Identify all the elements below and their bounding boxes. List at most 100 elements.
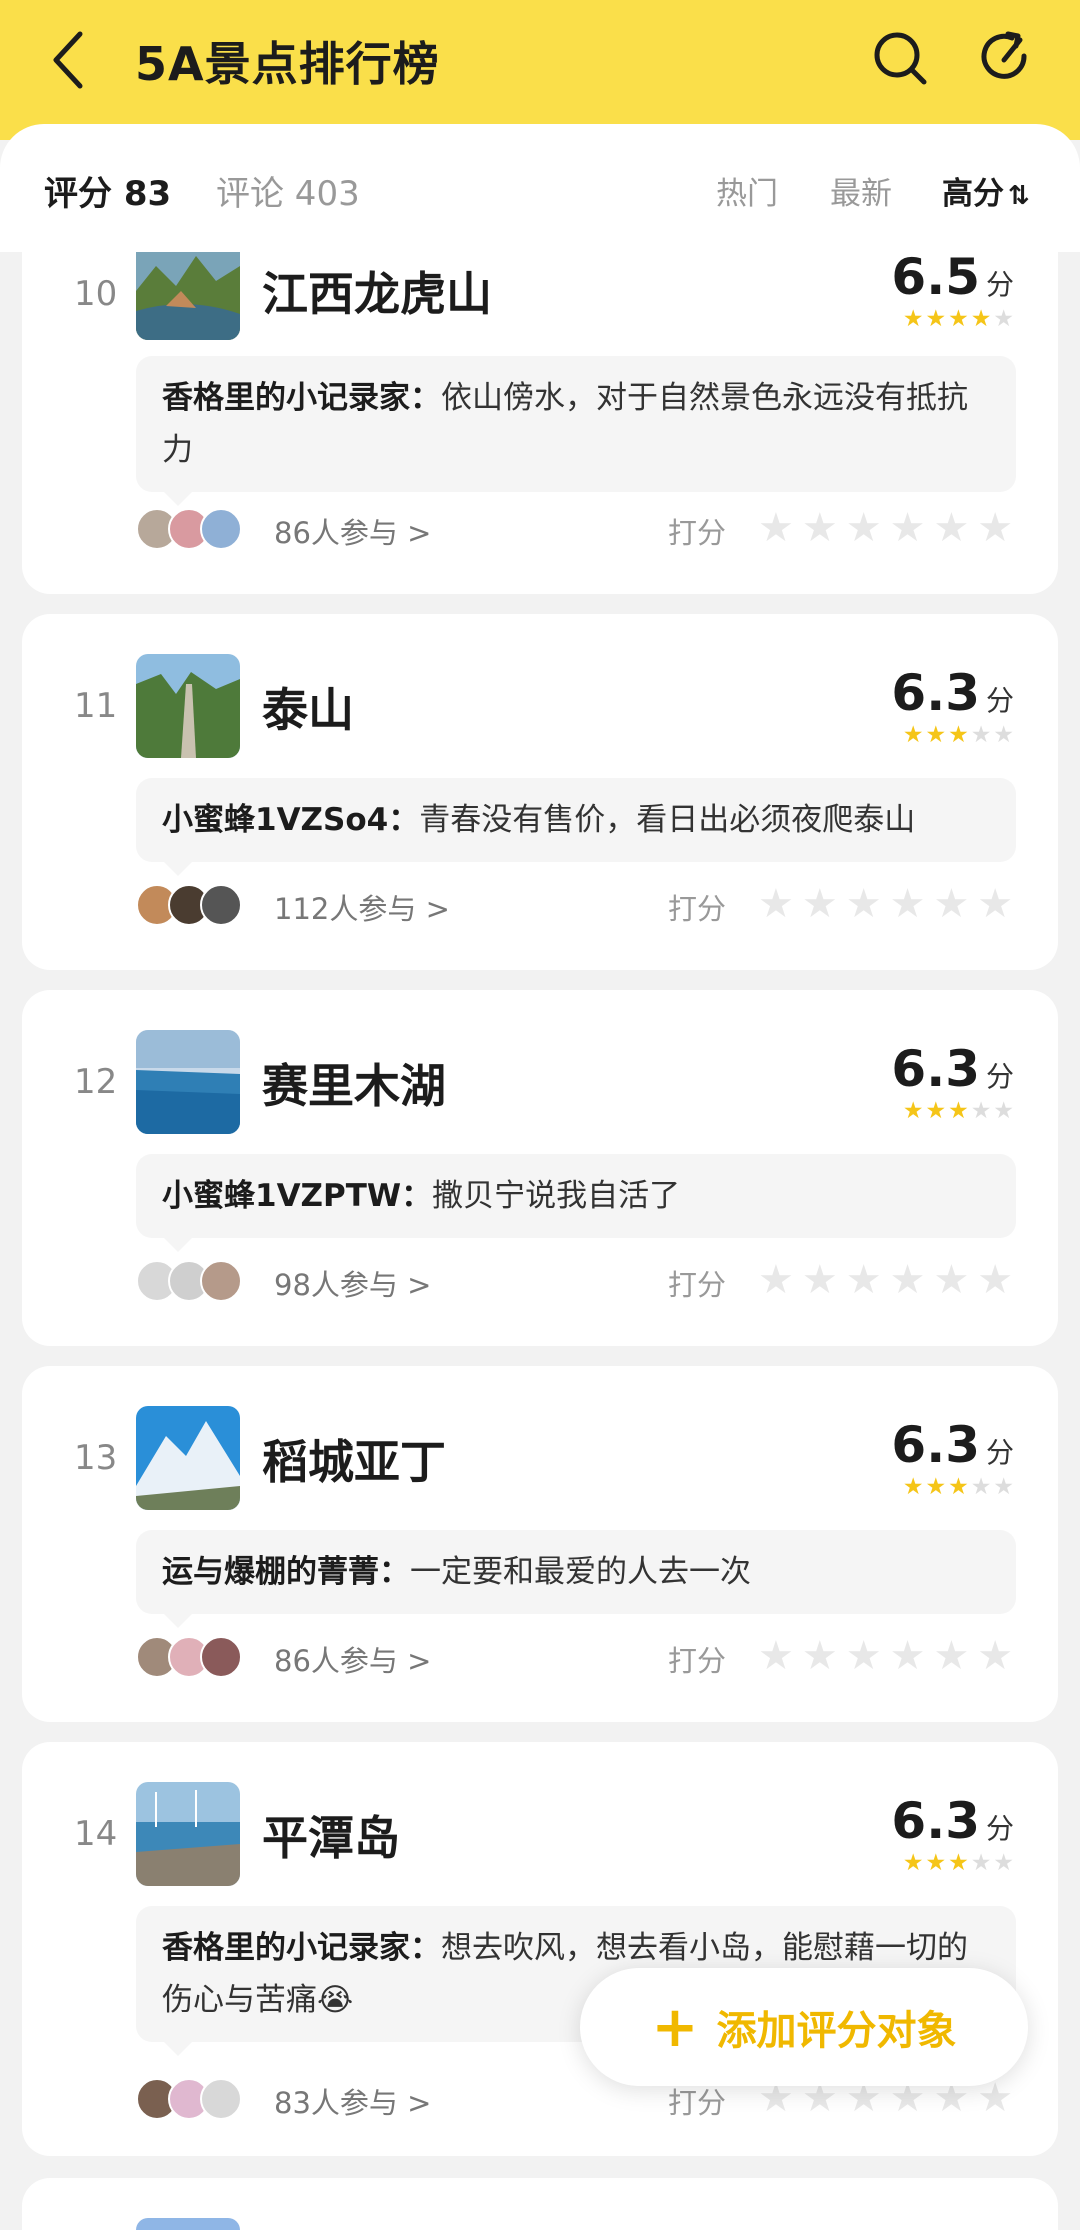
rank-number: 10	[74, 274, 118, 314]
star-rating: ★ ★ ★ ★ ★	[891, 1476, 1014, 1499]
star-icon[interactable]: ★	[890, 1632, 926, 1680]
star-icon[interactable]: ★	[890, 1256, 926, 1304]
participants-link[interactable]: 112人参与 >	[274, 886, 450, 928]
star-icon: ★	[993, 1098, 1014, 1124]
rank-number: 11	[74, 686, 118, 726]
list-item[interactable]	[22, 2178, 1058, 2230]
star-icon: ★	[948, 1098, 969, 1124]
star-icon[interactable]: ★	[802, 1256, 838, 1304]
score-box: 6.3 分 ★ ★ ★ ★ ★	[891, 664, 1014, 747]
top-comment[interactable]: 运与爆棚的菁菁：一定要和最爱的人去一次	[136, 1530, 1016, 1628]
avatar-group	[136, 1636, 242, 1678]
avatar-group	[136, 1260, 242, 1302]
list-item[interactable]: 11 泰山 6.3 分 ★ ★ ★ ★ ★ 小蜜蜂1VZSo4：青春没有售价，看日出必须夜…	[22, 614, 1058, 970]
item-name: 泰山	[262, 683, 354, 737]
star-icon: ★	[970, 1474, 992, 1500]
score-unit: 分	[985, 1436, 1014, 1469]
tab-hot[interactable]: 热门	[716, 168, 778, 213]
score-value: 6.3	[891, 1040, 980, 1098]
star-icon: ★	[993, 722, 1014, 748]
star-icon[interactable]: ★	[758, 1632, 794, 1680]
back-arrow-icon[interactable]	[40, 24, 100, 96]
sort-bar: 评分 83 评论 403 热门 最新 高分 ⇅	[0, 124, 1080, 252]
item-footer: 86人参与 > 打分 ★ ★ ★ ★ ★ ★	[136, 504, 1036, 556]
rate-stars-input[interactable]: ★ ★ ★ ★ ★ ★	[758, 880, 1013, 928]
list-item[interactable]: 10 江西龙虎山 6.5 分 ★ ★ ★ ★ ★ 香格里的小记录家：依山傍水，对于自然景色…	[22, 252, 1058, 594]
score-value: 6.3	[891, 664, 980, 722]
star-rating: ★ ★ ★ ★ ★	[891, 308, 1014, 331]
comment-author: 小蜜蜂1VZSo4：	[162, 802, 420, 838]
star-icon[interactable]: ★	[758, 504, 794, 552]
star-rating: ★ ★ ★ ★ ★	[891, 1852, 1014, 1875]
star-icon[interactable]: ★	[977, 880, 1013, 928]
star-icon[interactable]: ★	[846, 1256, 882, 1304]
star-icon[interactable]: ★	[933, 1632, 969, 1680]
star-icon[interactable]: ★	[933, 1256, 969, 1304]
star-icon: ★	[902, 1098, 924, 1124]
star-icon: ★	[993, 1474, 1014, 1500]
star-icon[interactable]: ★	[802, 1632, 838, 1680]
thumbnail	[136, 252, 240, 340]
comment-text: 一定要和最爱的人去一次	[410, 1554, 751, 1590]
star-icon: ★	[948, 306, 969, 332]
top-comment[interactable]: 香格里的小记录家：依山傍水，对于自然景色永远没有抵抗力	[136, 356, 1016, 506]
participants-link[interactable]: 86人参与 >	[274, 1638, 431, 1680]
thumbnail	[136, 1030, 240, 1134]
star-icon: ★	[993, 306, 1014, 332]
rate-label: 打分	[668, 1644, 727, 1678]
search-icon[interactable]	[868, 26, 932, 90]
top-comment[interactable]: 小蜜蜂1VZPTW：撒贝宁说我自活了	[136, 1154, 1016, 1252]
comment-text: 撒贝宁说我自活了	[432, 1178, 681, 1214]
participants-link[interactable]: 98人参与 >	[274, 1262, 431, 1304]
list-item[interactable]: 14 平潭岛 6.3 分 ★ ★ ★ ★ ★ 香格里的小记录家：想去吹风，想去看小岛，能慰…	[22, 1742, 1058, 2156]
share-icon[interactable]	[974, 26, 1038, 90]
star-rating: ★ ★ ★ ★ ★	[891, 1100, 1014, 1123]
item-name: 平潭岛	[262, 1811, 400, 1865]
star-icon: ★	[948, 722, 969, 748]
top-comment[interactable]: 小蜜蜂1VZSo4：青春没有售价，看日出必须夜爬泰山	[136, 778, 1016, 876]
comment-count[interactable]: 评论 403	[216, 166, 360, 215]
avatar	[200, 2078, 242, 2120]
plus-icon: +	[651, 1994, 699, 2060]
thumbnail	[136, 654, 240, 758]
star-icon[interactable]: ★	[890, 504, 926, 552]
avatar	[200, 508, 242, 550]
participants-link[interactable]: 86人参与 >	[274, 510, 431, 552]
score-box: 6.3 分 ★ ★ ★ ★ ★	[891, 1040, 1014, 1123]
rate-stars-input[interactable]: ★ ★ ★ ★ ★ ★	[758, 504, 1013, 552]
star-icon: ★	[902, 1850, 924, 1876]
star-icon[interactable]: ★	[802, 880, 838, 928]
list-item[interactable]: 12 赛里木湖 6.3 分 ★ ★ ★ ★ ★ 小蜜蜂1VZPTW：撒贝宁说我自活了 98…	[22, 990, 1058, 1346]
star-icon: ★	[925, 722, 947, 748]
item-name: 稻城亚丁	[262, 1435, 446, 1489]
star-icon: ★	[925, 1850, 947, 1876]
star-icon[interactable]: ★	[758, 880, 794, 928]
score-unit: 分	[985, 268, 1014, 301]
thumbnail	[136, 2218, 240, 2230]
participants-link[interactable]: 83人参与 >	[274, 2080, 431, 2122]
star-icon[interactable]: ★	[758, 1256, 794, 1304]
star-icon[interactable]: ★	[846, 504, 882, 552]
star-icon[interactable]: ★	[977, 1632, 1013, 1680]
add-rating-object-button[interactable]: + 添加评分对象	[580, 1968, 1028, 2086]
rate-stars-input[interactable]: ★ ★ ★ ★ ★ ★	[758, 1632, 1013, 1680]
star-icon[interactable]: ★	[890, 880, 926, 928]
avatar	[200, 1636, 242, 1678]
rate-stars-input[interactable]: ★ ★ ★ ★ ★ ★	[758, 1256, 1013, 1304]
item-name: 赛里木湖	[262, 1059, 446, 1113]
star-icon: ★	[948, 1850, 969, 1876]
comment-author: 香格里的小记录家：	[162, 380, 441, 416]
star-icon[interactable]: ★	[933, 880, 969, 928]
item-footer: 112人参与 > 打分 ★ ★ ★ ★ ★ ★	[136, 880, 1036, 932]
star-icon[interactable]: ★	[802, 504, 838, 552]
star-icon[interactable]: ★	[977, 504, 1013, 552]
list-item[interactable]: 13 稻城亚丁 6.3 分 ★ ★ ★ ★ ★ 运与爆棚的菁菁：一定要和最爱的人去一次 8…	[22, 1366, 1058, 1722]
star-icon: ★	[993, 1850, 1014, 1876]
tab-high-score[interactable]: 高分 ⇅	[942, 168, 1030, 213]
star-icon[interactable]: ★	[846, 880, 882, 928]
tab-latest[interactable]: 最新	[830, 168, 892, 213]
star-icon[interactable]: ★	[977, 1256, 1013, 1304]
star-icon[interactable]: ★	[846, 1632, 882, 1680]
star-icon[interactable]: ★	[933, 504, 969, 552]
rank-number: 13	[74, 1438, 118, 1478]
